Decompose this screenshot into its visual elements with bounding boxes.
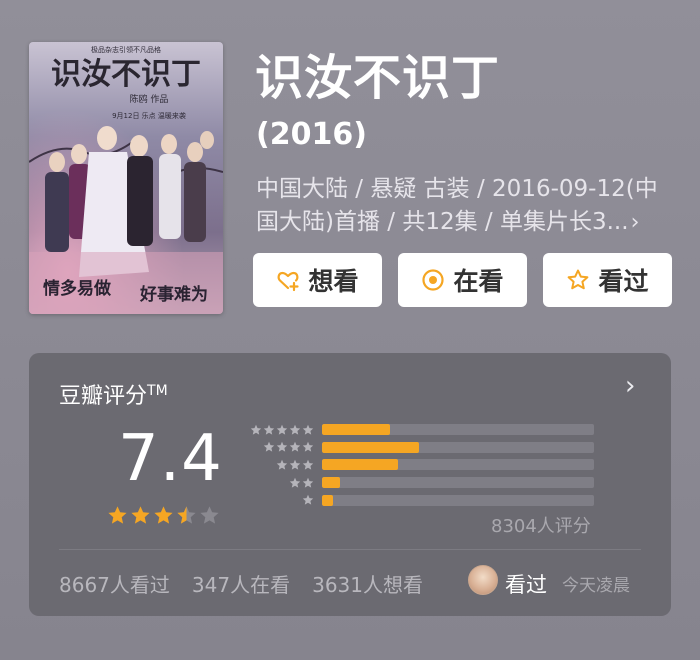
row-stars <box>244 459 314 471</box>
target-circle-icon <box>421 268 445 292</box>
want-to-watch-label: 想看 <box>308 267 359 296</box>
viewer-stats: 8667人看过 347人在看 3631人想看 <box>59 571 445 599</box>
divider <box>59 549 641 550</box>
star-outline-icon <box>566 268 590 292</box>
distribution-bar-fill <box>322 441 419 453</box>
rating-distribution-row <box>244 456 594 474</box>
distribution-bar-track <box>322 459 594 471</box>
want-count: 3631人想看 <box>312 573 423 597</box>
small-star-icon <box>289 459 301 470</box>
small-star-icon <box>302 494 314 505</box>
rating-distribution-row <box>244 474 594 492</box>
star-half-icon <box>177 506 196 524</box>
star-full-icon <box>108 506 127 524</box>
watched-count: 8667人看过 <box>59 573 170 597</box>
friend-action: 看过 <box>505 573 547 597</box>
rating-title: 豆瓣评分TM <box>59 376 168 412</box>
distribution-bar-track <box>322 477 594 489</box>
rating-stars <box>107 505 220 526</box>
poster-producer: 陈鸥 作品 <box>130 93 169 105</box>
poster-date-line: 9月12日 乐点 温暖来袭 <box>112 111 186 120</box>
friend-avatar[interactable] <box>468 565 498 595</box>
small-star-icon <box>276 424 288 435</box>
star-full-icon <box>131 506 150 524</box>
distribution-bar-track <box>322 441 594 453</box>
small-star-icon <box>289 424 301 435</box>
distribution-bar-fill <box>322 424 390 436</box>
watched-button[interactable]: 看过 <box>543 253 672 307</box>
watching-count: 347人在看 <box>191 573 291 597</box>
rating-distribution-row <box>244 421 594 439</box>
small-star-icon <box>302 442 314 453</box>
distribution-bar-fill <box>322 477 340 489</box>
movie-title: 识汝不识丁 <box>255 50 501 106</box>
rating-distribution-row <box>244 439 594 457</box>
row-stars <box>244 424 314 436</box>
distribution-bar-fill <box>322 459 399 471</box>
rating-distribution <box>244 421 594 509</box>
movie-year: (2016) <box>256 117 367 152</box>
watching-label: 在看 <box>453 267 504 296</box>
rating-title-text: 豆瓣评分 <box>59 384 148 409</box>
small-star-icon <box>289 477 301 488</box>
rating-card[interactable]: 豆瓣评分TM › 7.4 8304人评分 8667人看过 347人在看 3631人想… <box>29 353 671 616</box>
row-stars <box>244 494 314 506</box>
star-empty-icon <box>200 506 219 524</box>
meta-line-1: 中国大陆 / 悬疑 古装 / 2016-09-12(中 <box>256 176 658 202</box>
star-full-icon <box>154 506 173 524</box>
poster-top-caption: 极品杂志引领不凡品格 <box>91 45 161 54</box>
movie-detail-page: 极品杂志引领不凡品格 识汝不识丁 陈鸥 作品 9月12日 乐点 温暖来袭 情多易… <box>0 0 700 660</box>
meta-line-2: 国大陆)首播 / 共12集 / 单集片长3... <box>256 209 629 235</box>
poster-slogan-right: 好事难为 <box>139 284 208 305</box>
friend-time: 今天凌晨 <box>562 576 630 596</box>
poster-slogan-left: 情多易做 <box>43 278 112 299</box>
small-star-icon <box>276 459 288 470</box>
watching-button[interactable]: 在看 <box>398 253 527 307</box>
rating-count: 8304人评分 <box>491 516 591 537</box>
small-star-icon <box>263 424 275 435</box>
small-star-icon <box>276 442 288 453</box>
watched-label: 看过 <box>598 267 649 296</box>
small-star-icon <box>289 442 301 453</box>
rating-score: 7.4 <box>118 422 223 496</box>
chevron-right-icon[interactable]: › <box>625 371 635 401</box>
trademark-mark: TM <box>147 383 168 399</box>
poster-image[interactable]: 极品杂志引领不凡品格 识汝不识丁 陈鸥 作品 9月12日 乐点 温暖来袭 情多易… <box>29 42 223 314</box>
small-star-icon <box>302 477 314 488</box>
small-star-icon <box>250 424 262 435</box>
row-stars <box>244 441 314 453</box>
movie-meta-info[interactable]: 中国大陆 / 悬疑 古装 / 2016-09-12(中 国大陆)首播 / 共12… <box>256 173 666 239</box>
rating-distribution-row <box>244 491 594 509</box>
small-star-icon <box>302 424 314 435</box>
action-buttons: 想看 在看 看过 <box>253 253 672 307</box>
distribution-bar-fill <box>322 494 333 506</box>
heart-plus-icon <box>276 268 300 292</box>
chevron-right-icon: › <box>630 210 640 235</box>
small-star-icon <box>302 459 314 470</box>
distribution-bar-track <box>322 494 594 506</box>
small-star-icon <box>263 442 275 453</box>
want-to-watch-button[interactable]: 想看 <box>253 253 382 307</box>
poster-title-art: 识汝不识丁 <box>51 57 201 92</box>
row-stars <box>244 477 314 489</box>
distribution-bar-track <box>322 424 594 436</box>
